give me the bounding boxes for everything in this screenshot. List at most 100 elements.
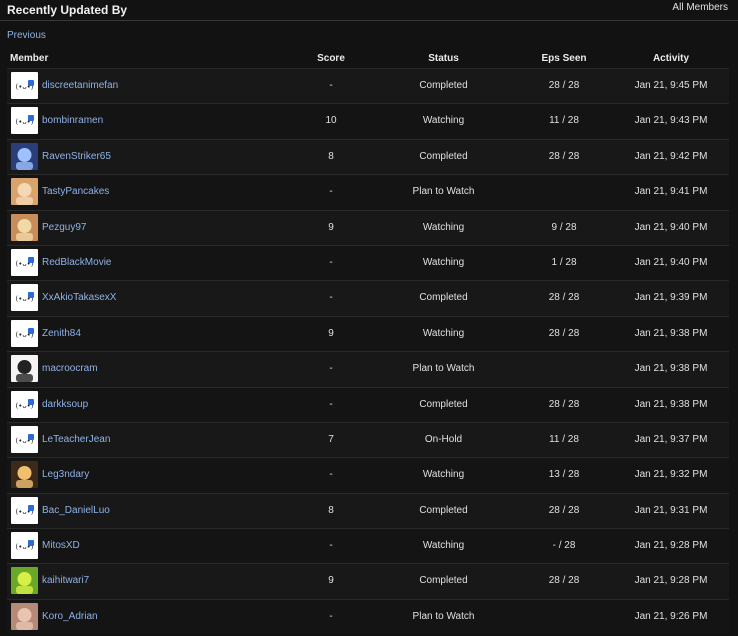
table-row: Koro_Adrian - Plan to Watch Jan 21, 9:26 PM [7,598,729,635]
default-avatar-icon[interactable]: (•ᴗ•) [11,390,38,418]
table-row: (•ᴗ•) RedBlackMovie - Watching 1 / 28 Jan 21,… [7,244,729,281]
member-name-link[interactable]: LeTeacherJean [42,434,110,445]
activity-cell: Jan 21, 9:40 PM [634,256,708,268]
member-name-link[interactable]: Pezguy97 [42,222,86,233]
eps-seen-cell: 28 / 28 [548,80,580,91]
eps-seen-cell: 11 / 28 [549,115,579,127]
status-cell: Watching [422,469,465,481]
default-avatar-icon[interactable]: (•ᴗ•) [11,284,38,312]
table-row: (•ᴗ•) XxAkioTakasexX - Completed 28 / 28 Jan … [7,280,729,316]
eps-seen-cell: 13 / 28 [548,469,580,481]
activity-cell: Jan 21, 9:45 PM [634,80,708,91]
avatar[interactable] [11,355,38,383]
members-table: Member Score Status Eps Seen Activity (•… [7,50,729,635]
status-cell: Watching [422,327,465,339]
table-row: (•ᴗ•) discreetanimefan - Completed 28 / 28 Ja… [7,68,729,104]
eps-seen-cell: 28 / 28 [548,504,580,516]
activity-cell: Jan 21, 9:32 PM [634,469,708,481]
default-avatar-icon[interactable]: (•ᴗ•) [11,319,38,347]
member-name-link[interactable]: TastyPancakes [42,186,109,197]
activity-cell: Jan 21, 9:28 PM [634,575,708,587]
activity-cell: Jan 21, 9:38 PM [634,398,708,410]
member-name-link[interactable]: MitosXD [42,540,80,551]
status-cell: Completed [419,292,468,304]
score-cell: 8 [328,150,334,162]
score-cell: - [329,469,333,481]
status-cell: Plan to Watch [412,610,475,622]
table-row: kaihitwari7 9 Completed 28 / 28 Jan 21, 9:28… [7,563,729,599]
status-cell: Plan to Watch [412,363,475,375]
avatar[interactable] [11,461,38,489]
eps-seen-cell: 28 / 28 [548,575,580,587]
status-cell: Watching [422,115,465,127]
avatar[interactable] [11,142,38,170]
member-name-link[interactable]: Zenith84 [42,328,81,339]
activity-cell: Jan 21, 9:37 PM [634,433,708,445]
score-cell: 10 [325,115,337,127]
score-cell: 7 [328,433,334,445]
status-cell: Completed [419,398,468,410]
status-cell: Watching [422,540,465,552]
eps-seen-cell: 28 / 28 [548,398,580,410]
table-row: RavenStriker65 8 Completed 28 / 28 Jan 21, 9… [7,138,729,175]
avatar[interactable] [11,567,38,595]
score-cell: 9 [328,221,334,233]
activity-cell: Jan 21, 9:31 PM [634,504,708,516]
default-avatar-icon[interactable]: (•ᴗ•) [11,72,38,99]
avatar[interactable] [11,602,38,630]
member-name-link[interactable]: RedBlackMovie [42,257,111,268]
table-row: (•ᴗ•) LeTeacherJean 7 On-Hold 11 / 28 Jan 21,… [7,421,729,458]
eps-seen-cell: - / 28 [552,540,576,552]
activity-cell: Jan 21, 9:39 PM [634,292,708,304]
status-cell: Completed [419,504,468,516]
status-cell: Completed [419,150,468,162]
section-header: Recently Updated By All Members [0,0,738,21]
eps-seen-cell: 28 / 28 [548,292,580,304]
status-cell: Watching [422,256,465,268]
table-row: (•ᴗ•) Bac_DanielLuo 8 Completed 28 / 28 Jan 2… [7,492,729,529]
member-name-link[interactable]: XxAkioTakasexX [42,292,116,303]
column-header-score: Score [317,53,345,64]
previous-link[interactable]: Previous [7,30,46,41]
avatar[interactable] [11,213,38,241]
member-name-link[interactable]: Bac_DanielLuo [42,505,110,516]
eps-seen-cell: 28 / 28 [548,327,580,339]
status-cell: Watching [422,221,465,233]
score-cell: - [329,363,333,375]
default-avatar-icon[interactable]: (•ᴗ•) [11,248,38,276]
score-cell: - [329,610,333,622]
eps-seen-cell: 1 / 28 [551,256,577,268]
score-cell: - [329,398,333,410]
status-cell: On-Hold [424,433,463,445]
status-cell: Completed [419,575,468,587]
table-row: macroocram - Plan to Watch Jan 21, 9:38 PM [7,351,729,387]
activity-cell: Jan 21, 9:41 PM [634,186,708,198]
score-cell: - [329,540,333,552]
score-cell: 9 [328,575,334,587]
default-avatar-icon[interactable]: (•ᴗ•) [11,107,38,135]
score-cell: - [329,292,333,304]
status-cell: Plan to Watch [412,186,475,198]
score-cell: - [329,256,333,268]
member-name-link[interactable]: discreetanimefan [42,80,118,91]
table-header: Member Score Status Eps Seen Activity [7,50,729,68]
member-name-link[interactable]: Leg3ndary [42,469,89,480]
member-name-link[interactable]: darkksoup [42,399,88,410]
activity-cell: Jan 21, 9:42 PM [634,150,708,162]
default-avatar-icon[interactable]: (•ᴗ•) [11,496,38,524]
status-cell: Completed [419,80,468,91]
table-row: (•ᴗ•) darkksoup - Completed 28 / 28 Jan 21, 9… [7,386,729,422]
column-header-member: Member [10,53,49,64]
member-name-link[interactable]: Koro_Adrian [42,611,98,622]
member-name-link[interactable]: kaihitwari7 [42,575,89,586]
section-title: Recently Updated By [7,3,128,17]
member-name-link[interactable]: RavenStriker65 [42,151,111,162]
default-avatar-icon[interactable]: (•ᴗ•) [11,532,38,560]
avatar[interactable] [11,178,38,206]
member-name-link[interactable]: bombinramen [42,115,103,126]
activity-cell: Jan 21, 9:28 PM [634,540,708,552]
column-header-activity: Activity [652,53,690,64]
all-members-link[interactable]: All Members [672,2,728,13]
default-avatar-icon[interactable]: (•ᴗ•) [11,425,38,453]
member-name-link[interactable]: macroocram [42,363,98,374]
